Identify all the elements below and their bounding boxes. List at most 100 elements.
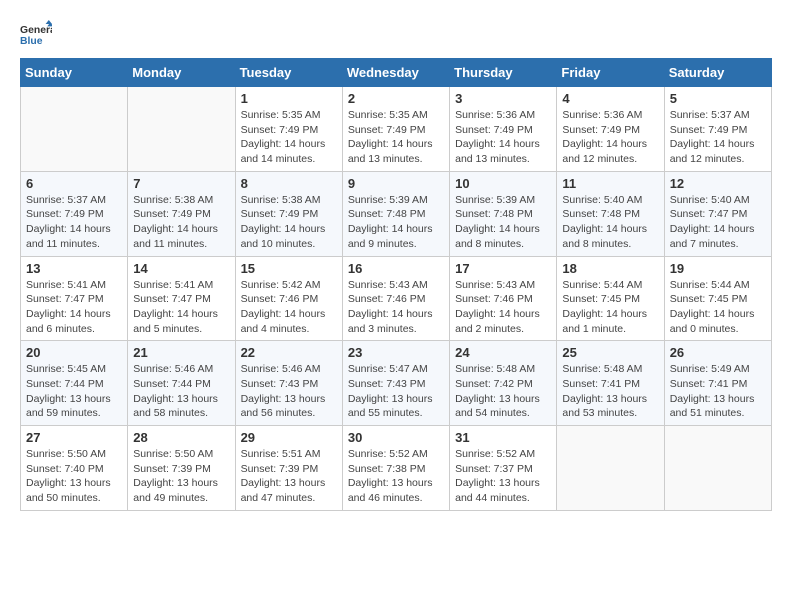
calendar-cell: 4 Sunrise: 5:36 AMSunset: 7:49 PMDaylight… — [557, 87, 664, 172]
weekday-header: Monday — [128, 59, 235, 87]
cell-content: Sunrise: 5:36 AMSunset: 7:49 PMDaylight:… — [455, 108, 551, 167]
calendar-cell: 12 Sunrise: 5:40 AMSunset: 7:47 PMDayligh… — [664, 171, 771, 256]
calendar-week-row: 20Sunrise: 5:45 AMSunset: 7:44 PMDayligh… — [21, 341, 772, 426]
calendar-cell — [664, 426, 771, 511]
cell-content: Sunrise: 5:38 AMSunset: 7:49 PMDaylight:… — [241, 193, 337, 252]
day-number: 6 — [26, 176, 122, 191]
calendar-week-row: 1 Sunrise: 5:35 AMSunset: 7:49 PMDaylight… — [21, 87, 772, 172]
day-number: 17 — [455, 261, 551, 276]
day-number: 7 — [133, 176, 229, 191]
svg-text:Blue: Blue — [20, 36, 43, 47]
day-number: 27 — [26, 430, 122, 445]
day-number: 4 — [562, 91, 658, 106]
calendar-cell: 13 Sunrise: 5:41 AMSunset: 7:47 PMDayligh… — [21, 256, 128, 341]
day-number: 24 — [455, 345, 551, 360]
calendar-week-row: 13 Sunrise: 5:41 AMSunset: 7:47 PMDayligh… — [21, 256, 772, 341]
cell-content: Sunrise: 5:41 AMSunset: 7:47 PMDaylight:… — [133, 278, 229, 337]
calendar-cell: 8 Sunrise: 5:38 AMSunset: 7:49 PMDaylight… — [235, 171, 342, 256]
cell-content: Sunrise: 5:47 AMSunset: 7:43 PMDaylight:… — [348, 362, 444, 421]
calendar-cell: 30Sunrise: 5:52 AMSunset: 7:38 PMDayligh… — [342, 426, 449, 511]
day-number: 31 — [455, 430, 551, 445]
weekday-header: Thursday — [450, 59, 557, 87]
calendar-cell: 20Sunrise: 5:45 AMSunset: 7:44 PMDayligh… — [21, 341, 128, 426]
day-number: 2 — [348, 91, 444, 106]
cell-content: Sunrise: 5:35 AMSunset: 7:49 PMDaylight:… — [348, 108, 444, 167]
calendar-cell — [21, 87, 128, 172]
calendar-cell: 19Sunrise: 5:44 AMSunset: 7:45 PMDayligh… — [664, 256, 771, 341]
cell-content: Sunrise: 5:52 AMSunset: 7:37 PMDaylight:… — [455, 447, 551, 506]
calendar-cell: 5Sunrise: 5:37 AMSunset: 7:49 PMDaylight… — [664, 87, 771, 172]
day-number: 16 — [348, 261, 444, 276]
day-number: 8 — [241, 176, 337, 191]
day-number: 11 — [562, 176, 658, 191]
calendar-week-row: 6Sunrise: 5:37 AMSunset: 7:49 PMDaylight… — [21, 171, 772, 256]
day-number: 18 — [562, 261, 658, 276]
weekday-header: Saturday — [664, 59, 771, 87]
day-number: 1 — [241, 91, 337, 106]
calendar-cell: 21 Sunrise: 5:46 AMSunset: 7:44 PMDayligh… — [128, 341, 235, 426]
calendar-cell: 27 Sunrise: 5:50 AMSunset: 7:40 PMDayligh… — [21, 426, 128, 511]
cell-content: Sunrise: 5:40 AMSunset: 7:47 PMDaylight:… — [670, 193, 766, 252]
svg-text:General: General — [20, 25, 52, 36]
cell-content: Sunrise: 5:43 AMSunset: 7:46 PMDaylight:… — [455, 278, 551, 337]
cell-content: Sunrise: 5:46 AMSunset: 7:44 PMDaylight:… — [133, 362, 229, 421]
calendar-cell: 3 Sunrise: 5:36 AMSunset: 7:49 PMDaylight… — [450, 87, 557, 172]
logo: General Blue — [20, 20, 56, 48]
day-number: 15 — [241, 261, 337, 276]
calendar-cell: 31 Sunrise: 5:52 AMSunset: 7:37 PMDayligh… — [450, 426, 557, 511]
calendar-cell — [128, 87, 235, 172]
calendar-week-row: 27 Sunrise: 5:50 AMSunset: 7:40 PMDayligh… — [21, 426, 772, 511]
calendar-table: SundayMondayTuesdayWednesdayThursdayFrid… — [20, 58, 772, 511]
day-number: 13 — [26, 261, 122, 276]
calendar-cell: 18Sunrise: 5:44 AMSunset: 7:45 PMDayligh… — [557, 256, 664, 341]
day-number: 23 — [348, 345, 444, 360]
calendar-cell: 16 Sunrise: 5:43 AMSunset: 7:46 PMDayligh… — [342, 256, 449, 341]
calendar-cell: 22 Sunrise: 5:46 AMSunset: 7:43 PMDayligh… — [235, 341, 342, 426]
page-header: General Blue — [20, 20, 772, 48]
calendar-cell: 26Sunrise: 5:49 AMSunset: 7:41 PMDayligh… — [664, 341, 771, 426]
cell-content: Sunrise: 5:46 AMSunset: 7:43 PMDaylight:… — [241, 362, 337, 421]
cell-content: Sunrise: 5:40 AMSunset: 7:48 PMDaylight:… — [562, 193, 658, 252]
cell-content: Sunrise: 5:49 AMSunset: 7:41 PMDaylight:… — [670, 362, 766, 421]
cell-content: Sunrise: 5:35 AMSunset: 7:49 PMDaylight:… — [241, 108, 337, 167]
day-number: 19 — [670, 261, 766, 276]
day-number: 5 — [670, 91, 766, 106]
cell-content: Sunrise: 5:39 AMSunset: 7:48 PMDaylight:… — [348, 193, 444, 252]
day-number: 21 — [133, 345, 229, 360]
cell-content: Sunrise: 5:50 AMSunset: 7:39 PMDaylight:… — [133, 447, 229, 506]
calendar-cell: 11 Sunrise: 5:40 AMSunset: 7:48 PMDayligh… — [557, 171, 664, 256]
cell-content: Sunrise: 5:43 AMSunset: 7:46 PMDaylight:… — [348, 278, 444, 337]
cell-content: Sunrise: 5:36 AMSunset: 7:49 PMDaylight:… — [562, 108, 658, 167]
calendar-cell: 1 Sunrise: 5:35 AMSunset: 7:49 PMDaylight… — [235, 87, 342, 172]
cell-content: Sunrise: 5:41 AMSunset: 7:47 PMDaylight:… — [26, 278, 122, 337]
cell-content: Sunrise: 5:50 AMSunset: 7:40 PMDaylight:… — [26, 447, 122, 506]
day-number: 20 — [26, 345, 122, 360]
calendar-cell: 9 Sunrise: 5:39 AMSunset: 7:48 PMDaylight… — [342, 171, 449, 256]
day-number: 10 — [455, 176, 551, 191]
weekday-header: Friday — [557, 59, 664, 87]
day-number: 29 — [241, 430, 337, 445]
day-number: 22 — [241, 345, 337, 360]
calendar-cell: 17 Sunrise: 5:43 AMSunset: 7:46 PMDayligh… — [450, 256, 557, 341]
day-number: 30 — [348, 430, 444, 445]
calendar-cell: 15 Sunrise: 5:42 AMSunset: 7:46 PMDayligh… — [235, 256, 342, 341]
calendar-cell: 25Sunrise: 5:48 AMSunset: 7:41 PMDayligh… — [557, 341, 664, 426]
day-number: 3 — [455, 91, 551, 106]
calendar-cell: 23 Sunrise: 5:47 AMSunset: 7:43 PMDayligh… — [342, 341, 449, 426]
day-number: 28 — [133, 430, 229, 445]
cell-content: Sunrise: 5:51 AMSunset: 7:39 PMDaylight:… — [241, 447, 337, 506]
cell-content: Sunrise: 5:48 AMSunset: 7:41 PMDaylight:… — [562, 362, 658, 421]
cell-content: Sunrise: 5:39 AMSunset: 7:48 PMDaylight:… — [455, 193, 551, 252]
weekday-header: Tuesday — [235, 59, 342, 87]
weekday-header: Sunday — [21, 59, 128, 87]
day-number: 14 — [133, 261, 229, 276]
cell-content: Sunrise: 5:38 AMSunset: 7:49 PMDaylight:… — [133, 193, 229, 252]
calendar-cell: 7 Sunrise: 5:38 AMSunset: 7:49 PMDaylight… — [128, 171, 235, 256]
logo-icon: General Blue — [20, 20, 52, 48]
cell-content: Sunrise: 5:42 AMSunset: 7:46 PMDaylight:… — [241, 278, 337, 337]
calendar-cell — [557, 426, 664, 511]
calendar-cell: 29 Sunrise: 5:51 AMSunset: 7:39 PMDayligh… — [235, 426, 342, 511]
day-number: 12 — [670, 176, 766, 191]
calendar-cell: 10 Sunrise: 5:39 AMSunset: 7:48 PMDayligh… — [450, 171, 557, 256]
day-number: 9 — [348, 176, 444, 191]
